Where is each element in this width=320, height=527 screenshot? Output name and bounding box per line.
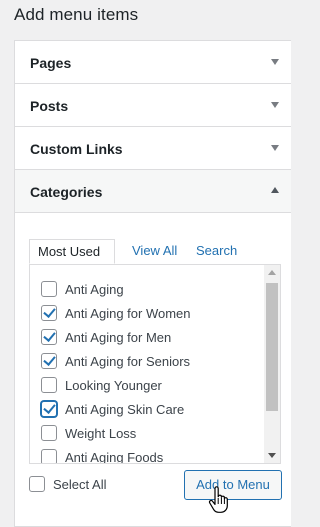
category-checkbox[interactable] [41,449,57,463]
expand-arrow-icon [271,102,279,108]
section-pages[interactable]: Pages [15,41,291,84]
page-title: Add menu items [14,5,139,24]
category-checkbox[interactable] [41,425,57,441]
category-checkbox[interactable] [41,377,57,393]
tab-search[interactable]: Search [196,239,237,263]
category-checkbox[interactable] [41,305,57,321]
section-pages-label: Pages [30,55,72,71]
section-custom-links-label: Custom Links [30,141,123,157]
section-categories[interactable]: Categories [15,170,291,213]
category-item[interactable]: Anti Aging [41,279,124,299]
category-item[interactable]: Anti Aging Foods [41,447,164,464]
category-label: Weight Loss [65,425,137,441]
select-all-option[interactable]: Select All [29,476,106,492]
section-categories-label: Categories [30,184,103,200]
section-posts[interactable]: Posts [15,84,291,127]
section-posts-label: Posts [30,98,69,114]
category-label: Anti Aging Skin Care [65,401,185,417]
category-label: Anti Aging for Men [65,329,172,345]
expand-arrow-icon [271,145,279,151]
hand-pointer-icon [208,486,228,513]
menu-items-accordion: Pages Posts Custom Links Categories Most… [14,40,291,527]
category-checkbox[interactable] [41,401,57,417]
category-checklist: Anti Aging Anti Aging for Women Anti Aging… [29,264,281,464]
expand-arrow-icon [271,59,279,65]
category-item[interactable]: Anti Aging for Men [41,327,171,347]
scrollbar-thumb[interactable] [266,283,278,411]
list-scrollbar[interactable] [264,265,280,463]
category-label: Anti Aging for Seniors [65,353,191,369]
add-to-menu-button[interactable]: Add to Menu [184,470,282,500]
category-checkbox[interactable] [41,353,57,369]
category-checkbox[interactable] [41,281,57,297]
category-checkbox[interactable] [41,329,57,345]
category-item[interactable]: Anti Aging for Seniors [41,351,190,371]
category-item[interactable]: Anti Aging Skin Care [41,399,184,419]
tab-most-used[interactable]: Most Used [29,239,115,264]
scroll-up-arrow-icon[interactable] [268,270,276,275]
scroll-down-arrow-icon[interactable] [268,453,276,458]
category-label: Anti Aging Foods [65,449,164,464]
select-all-checkbox[interactable] [29,476,45,492]
category-item[interactable]: Anti Aging for Women [41,303,191,323]
section-custom-links[interactable]: Custom Links [15,127,291,170]
tab-view-all[interactable]: View All [132,239,177,263]
collapse-arrow-icon [271,187,279,193]
category-label: Anti Aging for Women [65,305,191,321]
categories-panel: Most Used View All Search Anti Aging Anti… [15,213,291,523]
category-item[interactable]: Weight Loss [41,423,136,443]
category-item[interactable]: Looking Younger [41,375,162,395]
category-label: Looking Younger [65,377,162,393]
category-label: Anti Aging [65,281,124,297]
select-all-label: Select All [53,476,107,492]
